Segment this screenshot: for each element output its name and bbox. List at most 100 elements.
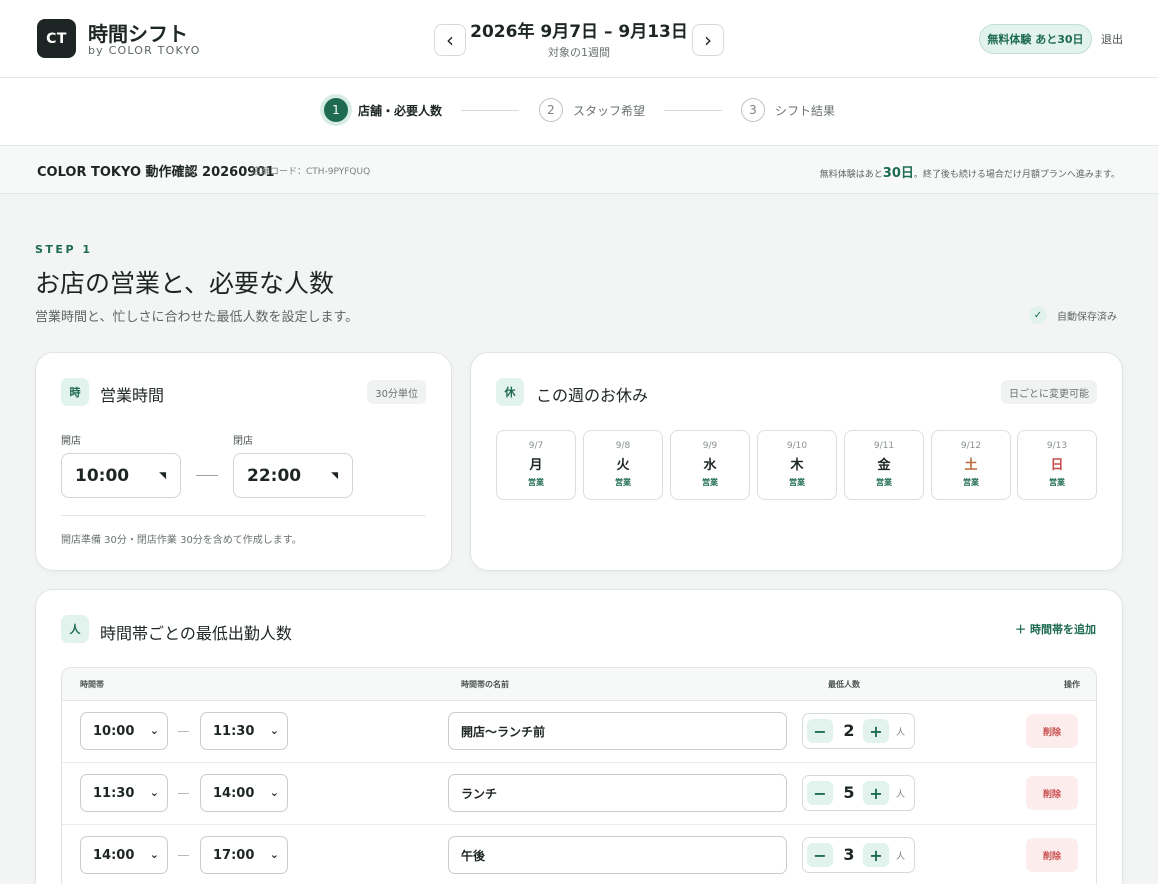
holiday-icon: 休 [496, 378, 524, 406]
day-date: 9/10 [786, 441, 808, 451]
chevron-left-icon: ‹ [446, 28, 454, 52]
range-separator [178, 731, 189, 732]
week-subtitle: 対象の1週間 [548, 46, 610, 59]
day-date: 9/7 [528, 441, 544, 451]
step-3-number: 3 [741, 98, 765, 122]
end-time-value: 17:00 [213, 847, 255, 863]
step-connector [664, 110, 722, 111]
chevron-down-icon: ⌄ [149, 724, 159, 737]
business-hours-card: 時 営業時間 30分単位 開店 10:00 ◥ 閉店 22:00 ◥ 開店準備 … [35, 352, 452, 571]
start-time-value: 14:00 [93, 847, 135, 863]
min-count-stepper: − 2 + 人 [802, 713, 915, 749]
app-logo: CT [37, 19, 76, 58]
start-time-select[interactable]: 11:30 ⌄ [80, 774, 168, 812]
min-count-value: 5 [843, 783, 855, 802]
table-header: 時間帯 時間帯の名前 最低人数 操作 [62, 668, 1096, 701]
chevron-down-icon: ⌄ [269, 724, 279, 737]
step-tag: STEP 1 [35, 243, 93, 256]
step-1-label: 店舗・必要人数 [358, 103, 443, 118]
app-subtitle: by COLOR TOKYO [88, 44, 201, 57]
chevron-down-icon: ⌄ [149, 848, 159, 861]
close-label: 閉店 [233, 436, 253, 447]
trial-days: 30日 [882, 166, 914, 181]
trial-badge[interactable]: 無料体験 あと30日 [979, 24, 1092, 54]
start-time-select[interactable]: 10:00 ⌄ [80, 712, 168, 750]
column-header-min: 最低人数 [828, 680, 860, 689]
time-slot-table: 時間帯 時間帯の名前 最低人数 操作 10:00 ⌄ 11:30 ⌄ 開店〜ラン… [61, 667, 1097, 884]
step-2[interactable]: 2 スタッフ希望 [539, 98, 645, 122]
card-title: 営業時間 [100, 386, 165, 405]
step-1[interactable]: 1 店舗・必要人数 [324, 98, 442, 122]
column-header-action: 操作 [1064, 680, 1080, 689]
day-toggle-sun[interactable]: 9/13 日 営業 [1017, 430, 1097, 500]
table-row: 10:00 ⌄ 11:30 ⌄ 開店〜ランチ前 − 2 + 人 削除 [62, 701, 1096, 763]
day-toggle-sat[interactable]: 9/12 土 営業 [931, 430, 1011, 500]
day-toggle-thu[interactable]: 9/10 木 営業 [757, 430, 837, 500]
day-date: 9/8 [615, 441, 631, 451]
autosave-label: 自動保存済み [1057, 311, 1117, 323]
chevron-down-icon: ⌄ [149, 786, 159, 799]
day-toggle-tue[interactable]: 9/8 火 営業 [583, 430, 663, 500]
day-toggle-wed[interactable]: 9/9 水 営業 [670, 430, 750, 500]
end-time-select[interactable]: 11:30 ⌄ [200, 712, 288, 750]
count-unit: 人 [896, 728, 906, 738]
count-unit: 人 [896, 852, 906, 862]
decrement-button[interactable]: − [807, 781, 833, 805]
end-time-select[interactable]: 14:00 ⌄ [200, 774, 288, 812]
slot-name-input[interactable]: ランチ [448, 774, 787, 812]
table-row: 14:00 ⌄ 17:00 ⌄ 午後 − 3 + 人 削除 [62, 825, 1096, 884]
day-status: 営業 [1049, 478, 1065, 487]
step-2-label: スタッフ希望 [573, 103, 646, 118]
card-title: この週のお休み [536, 386, 649, 405]
increment-button[interactable]: + [863, 719, 889, 743]
divider [61, 515, 426, 516]
range-separator [196, 475, 218, 476]
day-status: 営業 [876, 478, 892, 487]
column-header-name: 時間帯の名前 [461, 680, 509, 689]
day-status: 営業 [963, 478, 979, 487]
day-name: 水 [703, 458, 717, 473]
day-date: 9/13 [1046, 441, 1068, 451]
open-label: 開店 [61, 436, 81, 447]
end-time-select[interactable]: 17:00 ⌄ [200, 836, 288, 874]
add-time-slot-button[interactable]: ＋ 時間帯を追加 [1015, 621, 1096, 637]
close-time-value: 22:00 [247, 465, 302, 486]
day-name: 火 [616, 458, 630, 473]
step-2-number: 2 [539, 98, 563, 122]
logout-link[interactable]: 退出 [1101, 31, 1123, 47]
table-row: 11:30 ⌄ 14:00 ⌄ ランチ − 5 + 人 削除 [62, 763, 1096, 825]
day-name: 木 [790, 458, 804, 473]
store-code: 店舗コード：CTH-9PYFQUQ [252, 167, 371, 177]
close-time-select[interactable]: 22:00 ◥ [233, 453, 353, 498]
day-date: 9/12 [960, 441, 982, 451]
step-3[interactable]: 3 シフト結果 [741, 98, 835, 122]
trial-note: 無料体験はあと30日。終了後も続ける場合だけ月額プランへ進みます。 [820, 162, 1120, 181]
step-connector [461, 110, 519, 111]
delete-button[interactable]: 削除 [1026, 838, 1078, 872]
unit-badge: 30分単位 [367, 380, 426, 404]
prev-week-button[interactable]: ‹ [434, 24, 466, 56]
chevron-right-icon: › [704, 28, 712, 52]
increment-button[interactable]: + [863, 781, 889, 805]
open-time-select[interactable]: 10:00 ◥ [61, 453, 181, 498]
start-time-select[interactable]: 14:00 ⌄ [80, 836, 168, 874]
store-name: COLOR TOKYO 動作確認 20260901 [37, 165, 275, 180]
hours-note: 開店準備 30分・閉店作業 30分を含めて作成します。 [61, 535, 302, 546]
day-date: 9/11 [873, 441, 895, 451]
day-toggle-mon[interactable]: 9/7 月 営業 [496, 430, 576, 500]
decrement-button[interactable]: − [807, 843, 833, 867]
day-toggle-fri[interactable]: 9/11 金 営業 [844, 430, 924, 500]
delete-button[interactable]: 削除 [1026, 714, 1078, 748]
slot-name-input[interactable]: 午後 [448, 836, 787, 874]
delete-button[interactable]: 削除 [1026, 776, 1078, 810]
next-week-button[interactable]: › [692, 24, 724, 56]
day-status: 営業 [615, 478, 631, 487]
column-header-time: 時間帯 [80, 680, 104, 689]
decrement-button[interactable]: − [807, 719, 833, 743]
range-separator [178, 855, 189, 856]
page-description: 営業時間と、忙しさに合わせた最低人数を設定します。 [35, 310, 359, 325]
day-name: 日 [1050, 458, 1064, 473]
min-staff-card: 人 時間帯ごとの最低出勤人数 ＋ 時間帯を追加 時間帯 時間帯の名前 最低人数 … [35, 589, 1123, 884]
increment-button[interactable]: + [863, 843, 889, 867]
slot-name-input[interactable]: 開店〜ランチ前 [448, 712, 787, 750]
